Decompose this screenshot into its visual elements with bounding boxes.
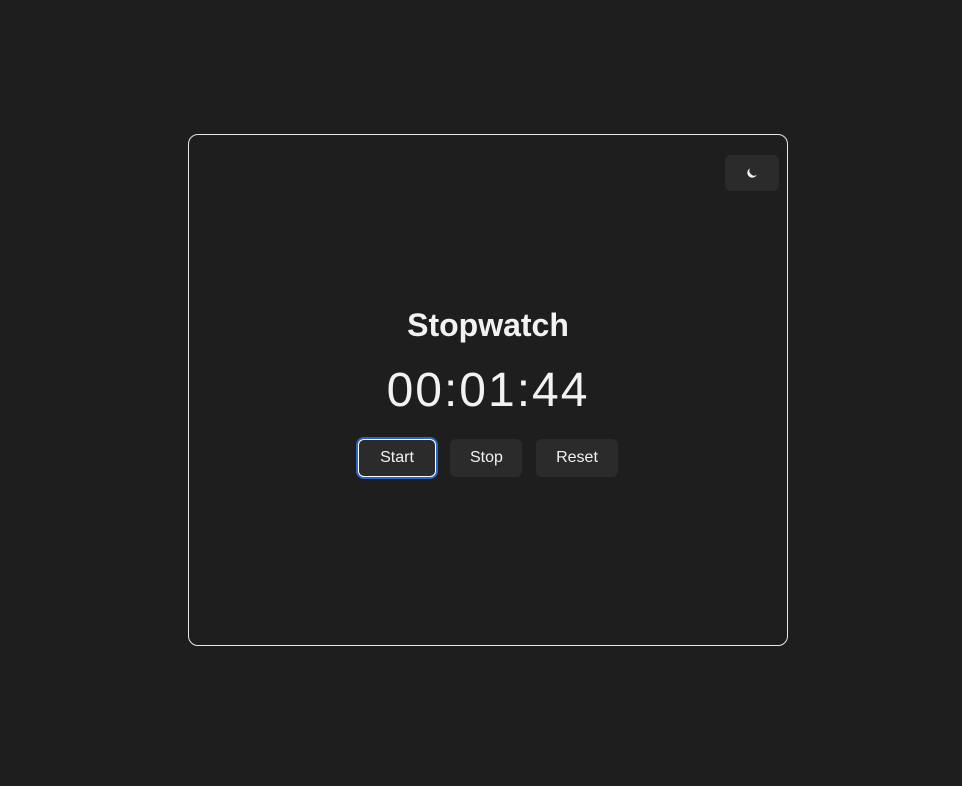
stopwatch-card: Stopwatch 00:01:44 Start Stop Reset bbox=[188, 134, 788, 646]
start-button[interactable]: Start bbox=[358, 439, 436, 477]
controls-row: Start Stop Reset bbox=[189, 439, 787, 477]
moon-icon bbox=[745, 166, 759, 180]
time-display: 00:01:44 bbox=[386, 364, 590, 417]
stop-button[interactable]: Stop bbox=[450, 439, 522, 477]
theme-toggle-button[interactable] bbox=[725, 155, 779, 191]
page-title: Stopwatch bbox=[407, 307, 569, 343]
reset-button[interactable]: Reset bbox=[536, 439, 618, 477]
